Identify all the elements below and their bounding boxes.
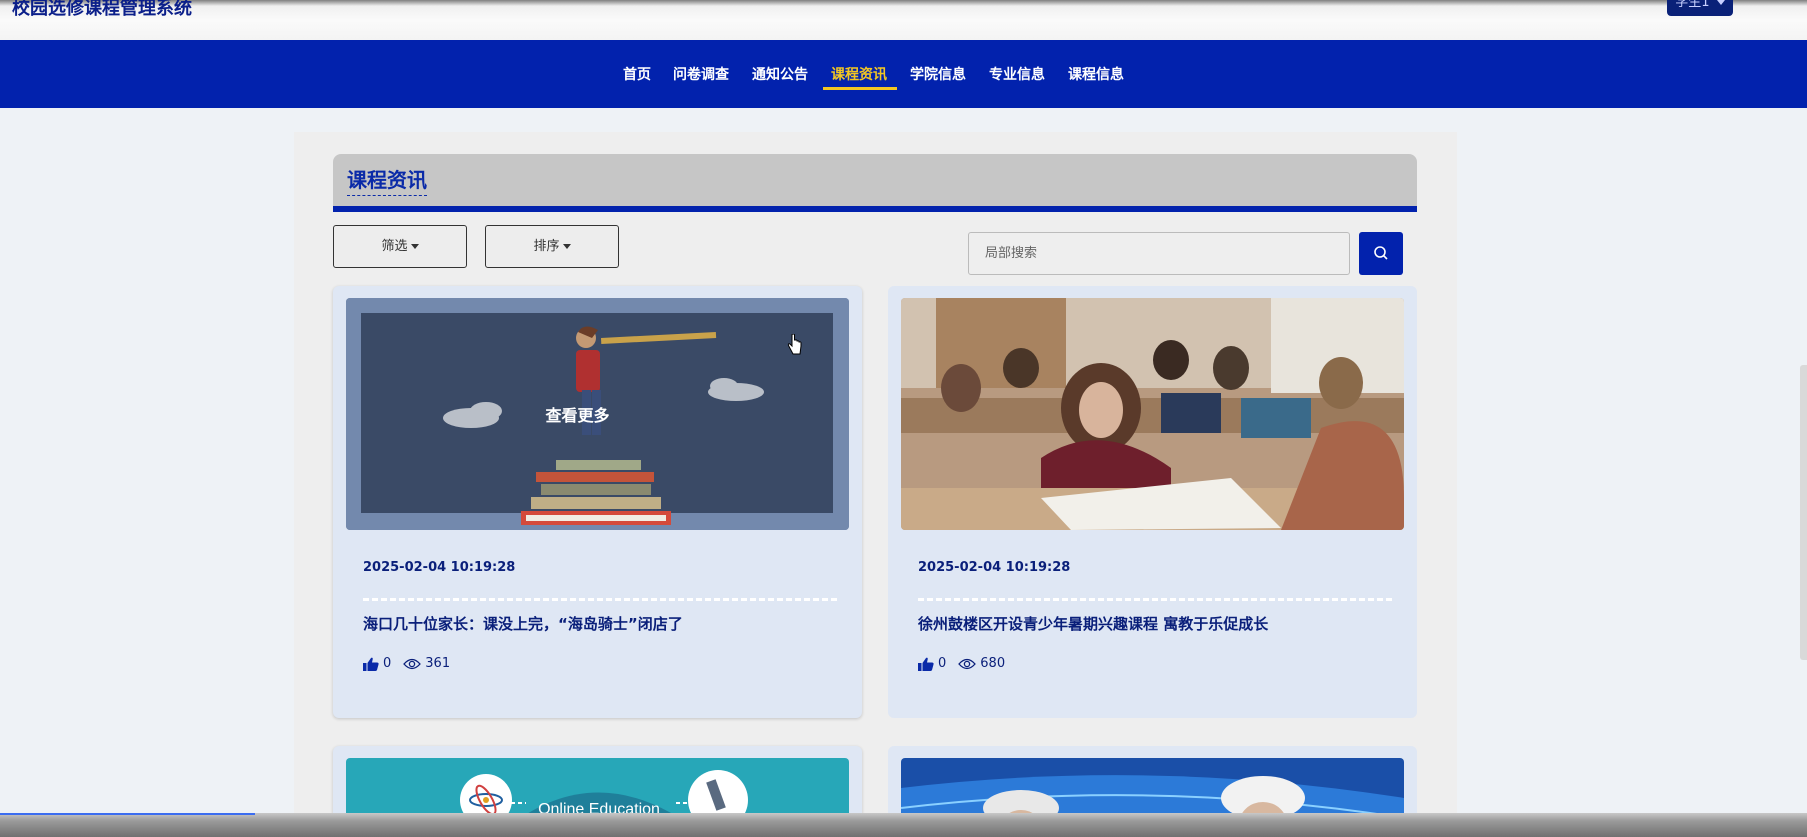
hand-cursor-icon [787, 334, 802, 355]
side-scroll-panel[interactable] [1800, 365, 1807, 660]
search-input[interactable] [968, 232, 1350, 275]
like-count[interactable]: 0 [363, 656, 391, 671]
eye-icon [958, 658, 977, 669]
card-title[interactable]: 海口几十位家长：课没上完，“海岛骑士”闭店了 [363, 613, 683, 634]
search-button[interactable] [1359, 232, 1403, 275]
site-title: 校园选修课程管理系统 [12, 0, 192, 19]
news-card[interactable]: 查看更多 2025-02-04 10:19:28 海口几十位家长：课没上完，“海… [333, 286, 862, 718]
thumbs-up-icon [363, 657, 379, 671]
filter-label: 筛选 [381, 239, 408, 254]
divider [363, 598, 837, 601]
view-value: 361 [425, 656, 451, 671]
card-date: 2025-02-04 10:19:28 [363, 560, 516, 575]
classroom-photo [901, 298, 1404, 530]
like-count[interactable]: 0 [918, 656, 946, 671]
card-title[interactable]: 徐州鼓楼区开设青少年暑期兴趣课程 寓教于乐促成长 [918, 613, 1268, 634]
view-count: 361 [403, 656, 450, 671]
news-card[interactable]: 2025-02-04 10:19:28 徐州鼓楼区开设青少年暑期兴趣课程 寓教于… [888, 286, 1417, 718]
section-title: 课程资讯 [347, 164, 427, 196]
nav-item-college[interactable]: 学院信息 [910, 64, 966, 84]
chevron-down-icon [410, 244, 419, 249]
nav-item-major[interactable]: 专业信息 [989, 64, 1045, 84]
user-label: 学生1 [1675, 0, 1710, 10]
active-nav-indicator [823, 87, 897, 90]
chevron-down-icon [562, 244, 571, 249]
like-value: 0 [938, 656, 947, 671]
nav-item-home[interactable]: 首页 [623, 64, 651, 84]
filter-button[interactable]: 筛选 [333, 225, 467, 268]
nav-item-survey[interactable]: 问卷调查 [673, 64, 729, 84]
search-icon [1374, 246, 1388, 260]
nav-item-course[interactable]: 课程信息 [1068, 64, 1124, 84]
view-count: 680 [958, 656, 1005, 671]
card-meta: 0 680 [918, 656, 1017, 671]
nav-item-notice[interactable]: 通知公告 [752, 64, 808, 84]
divider [918, 598, 1392, 601]
view-more-label[interactable]: 查看更多 [346, 298, 849, 530]
nav-item-course-news[interactable]: 课程资讯 [831, 64, 887, 84]
top-bar: 校园选修课程管理系统 学生1 [0, 0, 1807, 40]
sort-label: 排序 [533, 239, 560, 254]
eye-icon [403, 658, 422, 669]
video-player-bar[interactable] [0, 813, 1807, 837]
card-image[interactable]: 查看更多 [346, 298, 849, 530]
sort-button[interactable]: 排序 [485, 225, 619, 268]
view-value: 680 [980, 656, 1006, 671]
card-image[interactable] [901, 298, 1404, 530]
video-progress[interactable] [0, 813, 255, 815]
like-value: 0 [383, 656, 392, 671]
thumbs-up-icon [918, 657, 934, 671]
section-header: 课程资讯 [333, 154, 1417, 212]
main-nav: 首页 问卷调查 通知公告 课程资讯 学院信息 专业信息 课程信息 [0, 40, 1807, 108]
user-menu-button[interactable]: 学生1 [1667, 0, 1733, 16]
card-meta: 0 361 [363, 656, 462, 671]
card-date: 2025-02-04 10:19:28 [918, 560, 1071, 575]
chevron-down-icon [1716, 0, 1725, 5]
